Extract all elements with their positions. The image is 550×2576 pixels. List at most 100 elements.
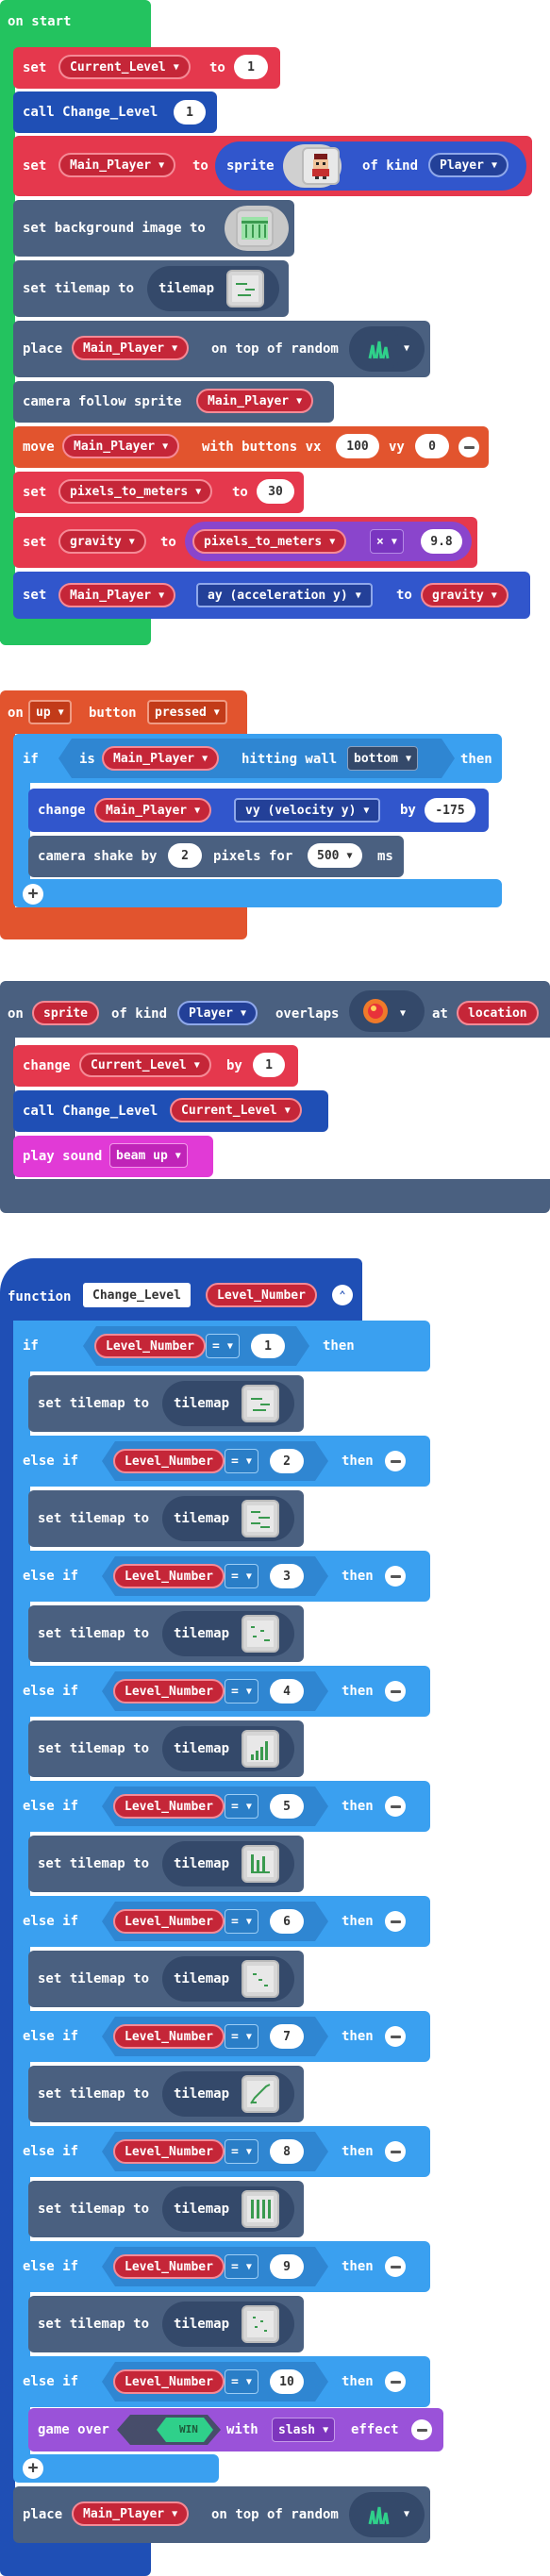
sound-dropdown[interactable]: beam up ▼ (109, 1143, 188, 1168)
variable-dropdown[interactable]: Main_Player ▼ (58, 583, 176, 607)
variable-dropdown[interactable]: Main_Player ▼ (102, 746, 220, 771)
operator-dropdown[interactable]: = ▼ (225, 2139, 258, 2164)
add-else-icon[interactable]: + (23, 884, 43, 905)
variable-dropdown[interactable]: gravity ▼ (58, 529, 146, 554)
on-start-label: on start (8, 14, 72, 29)
remove-else-if-icon[interactable] (385, 2026, 406, 2047)
operator-dropdown[interactable]: = ▼ (225, 1794, 258, 1819)
tilemap-image-icon[interactable] (242, 1960, 279, 1998)
operator-dropdown[interactable]: = ▼ (225, 2369, 258, 2394)
number-input[interactable]: 9 (270, 2254, 304, 2279)
remove-else-if-icon[interactable] (385, 2371, 406, 2392)
variable-dropdown[interactable]: Main_Player ▼ (196, 389, 314, 413)
vy-input[interactable]: 0 (415, 434, 449, 458)
variable-dropdown[interactable]: Main_Player ▼ (72, 2501, 190, 2526)
remove-else-if-icon[interactable] (385, 1911, 406, 1932)
chevron-down-icon: ▼ (128, 536, 135, 547)
number-input[interactable]: 6 (270, 1909, 304, 1934)
number-input[interactable]: 7 (270, 2024, 304, 2049)
remove-argument-icon[interactable] (458, 437, 479, 457)
variable-dropdown[interactable]: pixels_to_meters ▼ (58, 479, 213, 504)
operator-dropdown[interactable]: × ▼ (370, 529, 404, 554)
variable-param[interactable]: Level_Number (113, 2024, 225, 2049)
operator-dropdown[interactable]: = ▼ (225, 1909, 258, 1934)
variable-param[interactable]: Level_Number (113, 2369, 225, 2394)
tilemap-image-icon[interactable] (242, 1845, 279, 1883)
collapse-icon[interactable]: ⌃ (332, 1285, 353, 1305)
button-dropdown[interactable]: up ▼ (28, 700, 72, 724)
tilemap-image-icon[interactable] (242, 1385, 279, 1422)
variable-dropdown[interactable]: Main_Player ▼ (72, 336, 190, 360)
kind-dropdown[interactable]: Player ▼ (177, 1001, 258, 1025)
property-dropdown[interactable]: ay (acceleration y) ▼ (196, 583, 373, 607)
operator-dropdown[interactable]: = ▼ (225, 1564, 258, 1588)
tilemap-image-icon[interactable] (242, 2305, 279, 2343)
kind-dropdown[interactable]: Player ▼ (428, 153, 508, 177)
variable-param[interactable]: Level_Number (113, 1794, 225, 1819)
operator-dropdown[interactable]: = ▼ (225, 1679, 258, 1703)
remove-else-if-icon[interactable] (385, 1681, 406, 1702)
number-input[interactable]: 8 (270, 2139, 304, 2164)
variable-param[interactable]: Level_Number (113, 1449, 225, 1473)
number-input[interactable]: 4 (270, 1679, 304, 1703)
duration-dropdown[interactable]: 500 ▼ (308, 843, 362, 868)
function-name-field[interactable]: Change_Level (83, 1283, 191, 1307)
variable-dropdown[interactable]: Current_Level ▼ (58, 55, 191, 79)
variable-dropdown[interactable]: Current_Level ▼ (79, 1053, 211, 1077)
tilemap-image-icon[interactable] (242, 1615, 279, 1653)
property-dropdown[interactable]: vy (velocity y) ▼ (234, 798, 381, 823)
variable-param[interactable]: Level_Number (113, 2139, 225, 2164)
tilemap-image-icon[interactable] (226, 270, 264, 307)
remove-else-if-icon[interactable] (385, 2141, 406, 2162)
operator-dropdown[interactable]: = ▼ (225, 2254, 258, 2279)
number-input[interactable]: 5 (270, 1794, 304, 1819)
variable-param[interactable]: Level_Number (113, 1679, 225, 1703)
number-input[interactable]: 1 (234, 55, 268, 79)
operator-dropdown[interactable]: = ▼ (225, 1449, 258, 1473)
event-dropdown[interactable]: pressed ▼ (147, 700, 227, 724)
operator-dropdown[interactable]: = ▼ (225, 2024, 258, 2049)
number-input[interactable]: 3 (270, 1564, 304, 1588)
vx-input[interactable]: 100 (336, 434, 379, 458)
variable-param[interactable]: Level_Number (113, 2254, 225, 2279)
remove-else-if-icon[interactable] (385, 1566, 406, 1587)
tilemap-image-icon[interactable] (242, 1730, 279, 1768)
function-param[interactable]: Level_Number (206, 1283, 317, 1307)
number-input[interactable]: 2 (270, 1449, 304, 1473)
tilemap-image-icon[interactable] (242, 2075, 279, 2113)
to-keyword: to (209, 60, 225, 75)
variable-dropdown[interactable]: gravity ▼ (421, 583, 508, 607)
variable-param[interactable]: Level_Number (113, 1564, 225, 1588)
variable-dropdown[interactable]: Main_Player ▼ (62, 434, 180, 458)
camera-follow-label: camera follow sprite (23, 394, 182, 409)
variable-dropdown[interactable]: Current_Level ▼ (170, 1098, 302, 1122)
variable-dropdown[interactable]: pixels_to_meters ▼ (192, 529, 347, 554)
number-input[interactable]: 1 (174, 100, 206, 125)
wall-dropdown[interactable]: bottom ▼ (347, 746, 418, 771)
tilemap-image-icon[interactable] (242, 2190, 279, 2228)
location-param[interactable]: location (457, 1001, 539, 1025)
then-keyword: then (342, 2259, 374, 2274)
number-input[interactable]: -175 (425, 798, 475, 823)
number-input[interactable]: 2 (168, 843, 202, 868)
number-input[interactable]: 30 (257, 479, 294, 504)
add-else-icon[interactable]: + (23, 2458, 43, 2479)
win-toggle[interactable] (117, 2415, 221, 2445)
sprite-param[interactable]: sprite (32, 1001, 99, 1025)
operator-dropdown[interactable]: = ▼ (206, 1334, 240, 1358)
number-input[interactable]: 10 (270, 2369, 304, 2394)
variable-dropdown[interactable]: Main_Player ▼ (58, 153, 176, 177)
effect-dropdown[interactable]: slash ▼ (272, 2418, 336, 2442)
variable-param[interactable]: Level_Number (113, 1909, 225, 1934)
remove-else-if-icon[interactable] (385, 2256, 406, 2277)
variable-param[interactable]: Level_Number (94, 1334, 206, 1358)
variable-dropdown[interactable]: Main_Player ▼ (94, 798, 212, 823)
tilemap-label: tilemap (174, 2086, 230, 2102)
remove-else-if-icon[interactable] (385, 1451, 406, 1471)
tilemap-image-icon[interactable] (242, 1500, 279, 1537)
number-input[interactable]: 1 (253, 1053, 285, 1077)
number-input[interactable]: 9.8 (421, 529, 462, 554)
remove-else-if-icon[interactable] (385, 1796, 406, 1817)
remove-argument-icon[interactable] (411, 2419, 432, 2440)
number-input[interactable]: 1 (251, 1334, 285, 1358)
